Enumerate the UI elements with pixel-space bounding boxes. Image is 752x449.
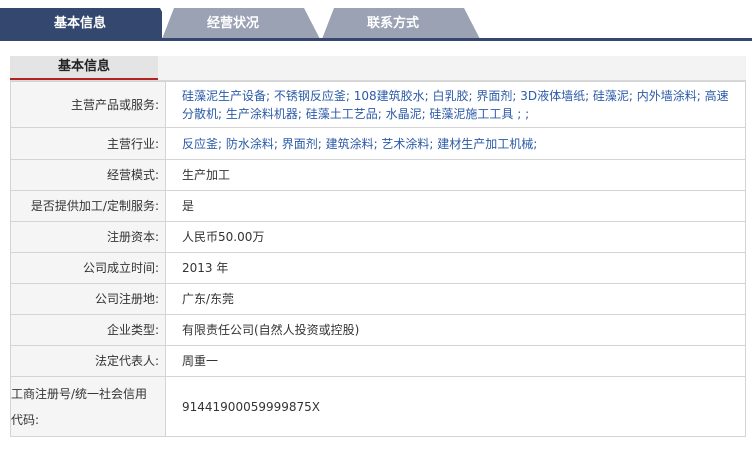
basic-info-section: 基本信息 主营产品或服务: 硅藻泥生产设备; 不锈钢反应釜; 108建筑胶水; … [10, 56, 746, 437]
info-table: 主营产品或服务: 硅藻泥生产设备; 不锈钢反应釜; 108建筑胶水; 白乳胶; … [10, 81, 746, 437]
table-row: 是否提供加工/定制服务: 是 [10, 190, 746, 222]
section-header: 基本信息 [10, 56, 746, 81]
tab-bar-underline [0, 38, 752, 41]
tab-contact[interactable]: 联系方式 [322, 8, 480, 39]
tab-label: 联系方式 [366, 16, 419, 31]
tab-business-status[interactable]: 经营状况 [162, 8, 320, 39]
row-label: 公司成立时间: [10, 252, 166, 284]
table-row: 工商注册号/统一社会信用代码: 91441900059999875X [10, 376, 746, 437]
row-label: 法定代表人: [10, 345, 166, 377]
row-label: 注册资本: [10, 221, 166, 253]
row-label: 经营模式: [10, 159, 166, 191]
table-row: 主营行业: 反应釜; 防水涂料; 界面剂; 建筑涂料; 艺术涂料; 建材生产加工… [10, 127, 746, 160]
table-row: 主营产品或服务: 硅藻泥生产设备; 不锈钢反应釜; 108建筑胶水; 白乳胶; … [10, 81, 746, 128]
table-row: 公司成立时间: 2013 年 [10, 252, 746, 284]
row-value: 有限责任公司(自然人投资或控股) [165, 314, 746, 346]
row-value: 广东/东莞 [165, 283, 746, 315]
table-row: 公司注册地: 广东/东莞 [10, 283, 746, 315]
tab-bar: 基本信息 经营状况 联系方式 [0, 0, 752, 41]
row-value: 2013 年 [165, 252, 746, 284]
row-label: 企业类型: [10, 314, 166, 346]
table-row: 经营模式: 生产加工 [10, 159, 746, 191]
tab-basic-info[interactable]: 基本信息 [0, 8, 176, 39]
row-label: 公司注册地: [10, 283, 166, 315]
row-label: 是否提供加工/定制服务: [10, 190, 166, 222]
row-value: 是 [165, 190, 746, 222]
row-value-main-products[interactable]: 硅藻泥生产设备; 不锈钢反应釜; 108建筑胶水; 白乳胶; 界面剂; 3D液体… [165, 81, 746, 128]
row-label: 主营产品或服务: [10, 81, 166, 128]
row-label: 主营行业: [10, 127, 166, 160]
tab-label: 基本信息 [53, 16, 106, 31]
row-label: 工商注册号/统一社会信用代码: [10, 376, 166, 437]
table-row: 注册资本: 人民币50.00万 [10, 221, 746, 253]
row-value: 周重一 [165, 345, 746, 377]
table-row: 企业类型: 有限责任公司(自然人投资或控股) [10, 314, 746, 346]
row-value: 生产加工 [165, 159, 746, 191]
row-value: 91441900059999875X [165, 376, 746, 437]
row-value-main-industry[interactable]: 反应釜; 防水涂料; 界面剂; 建筑涂料; 艺术涂料; 建材生产加工机械; [165, 127, 746, 160]
tab-label: 经营状况 [206, 16, 259, 31]
table-row: 法定代表人: 周重一 [10, 345, 746, 377]
section-title: 基本信息 [10, 56, 158, 80]
row-value: 人民币50.00万 [165, 221, 746, 253]
